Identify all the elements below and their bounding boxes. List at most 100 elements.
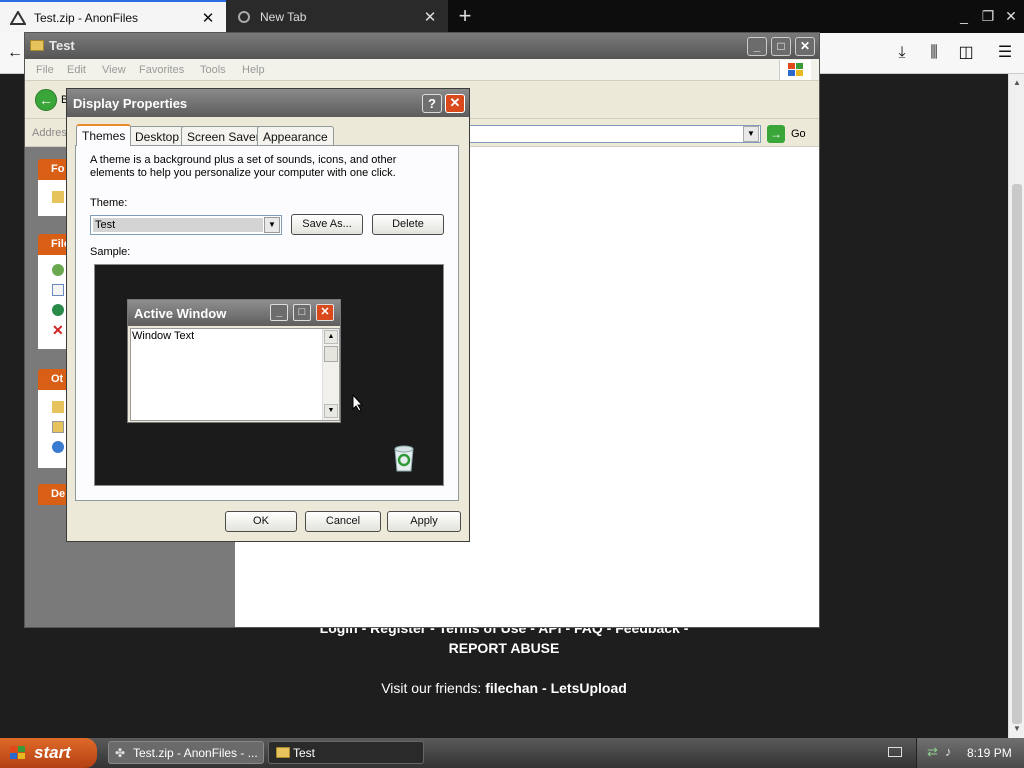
tab-title: Test.zip - AnonFiles — [34, 10, 139, 25]
taskbar-item-label: Test — [293, 746, 316, 760]
menu-help[interactable]: Help — [242, 64, 265, 76]
friends-prefix: Visit our friends: — [381, 680, 482, 696]
minimize-icon[interactable]: _ — [953, 5, 975, 27]
explorer-titlebar[interactable]: Test _ □ ✕ — [25, 33, 819, 59]
tab-themes[interactable]: Themes — [76, 124, 132, 146]
scroll-thumb[interactable] — [1012, 184, 1022, 724]
folder-icon[interactable] — [52, 401, 64, 413]
go-button[interactable]: → Go — [767, 124, 817, 144]
folder-icon — [30, 40, 44, 51]
tab-screen-saver[interactable]: Screen Saver — [181, 126, 266, 145]
filechan-link[interactable]: filechan — [485, 680, 538, 696]
explorer-menubar: File Edit View Favorites Tools Help — [25, 59, 819, 81]
sample-window-text: Window Text — [132, 330, 195, 342]
theme-select-value: Test — [93, 218, 263, 232]
dialog-title: Display Properties — [73, 96, 188, 111]
sample-scroll-thumb — [324, 346, 338, 362]
task-header-folder[interactable]: Fo — [38, 159, 67, 180]
theme-label: Theme: — [90, 197, 128, 209]
sample-window-title: Active Window — [134, 306, 227, 321]
taskbar-item-test[interactable]: Test — [268, 741, 424, 764]
browser-tab-anonfiles[interactable]: Test.zip - AnonFiles ✕ — [0, 0, 226, 33]
taskbar-item-label: Test.zip - AnonFiles - ... — [133, 746, 258, 760]
menu-edit[interactable]: Edit — [67, 64, 86, 76]
scroll-down-icon[interactable]: ▼ — [1009, 722, 1024, 736]
windows-flag-icon — [779, 60, 811, 80]
back-arrow-icon[interactable]: ← — [35, 89, 57, 111]
task-box-file: ✕ — [38, 255, 67, 349]
network-icon[interactable] — [52, 441, 64, 453]
tab-desktop[interactable]: Desktop — [129, 126, 186, 145]
close-tab-icon[interactable]: ✕ — [422, 8, 438, 26]
start-button[interactable]: start — [0, 738, 97, 768]
library-icon[interactable]: ⫼ — [923, 42, 945, 64]
delete-button[interactable]: Delete — [372, 214, 444, 235]
recycle-bin-icon — [394, 445, 414, 472]
go-label: Go — [791, 128, 806, 140]
taskbar: start ✤ Test.zip - AnonFiles - ... Test … — [0, 738, 1024, 768]
close-window-icon[interactable]: ✕ — [1000, 5, 1022, 27]
help-icon[interactable]: ? — [422, 94, 442, 113]
keyboard-icon[interactable] — [888, 747, 902, 757]
close-icon[interactable]: ✕ — [445, 94, 465, 113]
network-icon[interactable]: ⇄ — [927, 744, 938, 760]
web-publish-icon[interactable] — [52, 264, 64, 276]
sample-scrollbar: ▲ ▼ — [322, 329, 339, 420]
tab-title: New Tab — [260, 9, 307, 24]
task-header-other[interactable]: Ot — [38, 369, 67, 390]
close-icon: ✕ — [316, 304, 334, 321]
restore-icon[interactable]: ❐ — [977, 5, 999, 27]
task-header-details[interactable]: De — [38, 484, 67, 505]
sample-titlebar: Active Window _ □ ✕ — [128, 300, 340, 326]
maximize-icon[interactable]: □ — [771, 37, 791, 56]
menu-favorites[interactable]: Favorites — [139, 64, 184, 76]
folder-icon — [276, 747, 290, 758]
copy-icon[interactable] — [52, 284, 64, 296]
letsupload-link[interactable]: LetsUpload — [551, 680, 627, 696]
folder-icon[interactable] — [52, 191, 64, 203]
new-tab-button[interactable]: + — [452, 4, 478, 30]
theme-description: A theme is a background plus a set of so… — [90, 154, 397, 179]
back-icon[interactable]: ← — [4, 42, 26, 64]
start-label: start — [34, 743, 71, 762]
menu-tools[interactable]: Tools — [200, 64, 226, 76]
scroll-up-icon[interactable]: ▲ — [1009, 76, 1024, 90]
chevron-down-icon[interactable]: ▼ — [264, 217, 280, 233]
menu-icon[interactable]: ☰ — [994, 42, 1016, 64]
task-header-file[interactable]: File — [38, 234, 67, 255]
documents-icon[interactable] — [52, 421, 64, 433]
dialog-titlebar[interactable]: Display Properties ? ✕ — [67, 89, 469, 117]
sidebar-icon[interactable]: ◫ — [955, 42, 977, 64]
close-tab-icon[interactable]: ✕ — [200, 9, 216, 27]
scroll-up-icon: ▲ — [324, 330, 338, 344]
maximize-icon: □ — [293, 304, 311, 321]
minimize-icon[interactable]: _ — [747, 37, 767, 56]
system-tray: ⇄ ♪ 8:19 PM — [916, 738, 1024, 768]
report-abuse-link[interactable]: REPORT ABUSE — [0, 640, 1008, 656]
menu-file[interactable]: File — [36, 64, 54, 76]
save-as-button[interactable]: Save As... — [291, 214, 363, 235]
apply-button[interactable]: Apply — [387, 511, 461, 532]
volume-icon[interactable]: ♪ — [945, 744, 952, 759]
menu-view[interactable]: View — [102, 64, 126, 76]
go-arrow-icon: → — [767, 125, 785, 143]
tab-appearance[interactable]: Appearance — [257, 126, 334, 145]
cancel-button[interactable]: Cancel — [305, 511, 381, 532]
mouse-cursor-icon — [352, 394, 364, 412]
clock: 8:19 PM — [967, 746, 1012, 760]
delete-icon[interactable]: ✕ — [52, 323, 64, 337]
anonfiles-icon — [10, 10, 26, 25]
taskbar-item-anonfiles[interactable]: ✤ Test.zip - AnonFiles - ... — [108, 741, 264, 764]
download-icon[interactable]: ⤓ — [891, 42, 913, 64]
page-scrollbar[interactable]: ▲ ▼ — [1008, 74, 1024, 738]
theme-select[interactable]: Test ▼ — [90, 215, 282, 235]
friends-separator: - — [542, 680, 547, 696]
browser-tab-new[interactable]: New Tab ✕ — [226, 0, 448, 33]
chevron-down-icon[interactable]: ▼ — [743, 126, 759, 142]
ok-button[interactable]: OK — [225, 511, 297, 532]
task-box-folder — [38, 180, 67, 216]
globe-icon[interactable] — [52, 304, 64, 316]
browser-icon: ✤ — [115, 746, 126, 760]
close-icon[interactable]: ✕ — [795, 37, 815, 56]
new-tab-icon — [238, 10, 250, 23]
